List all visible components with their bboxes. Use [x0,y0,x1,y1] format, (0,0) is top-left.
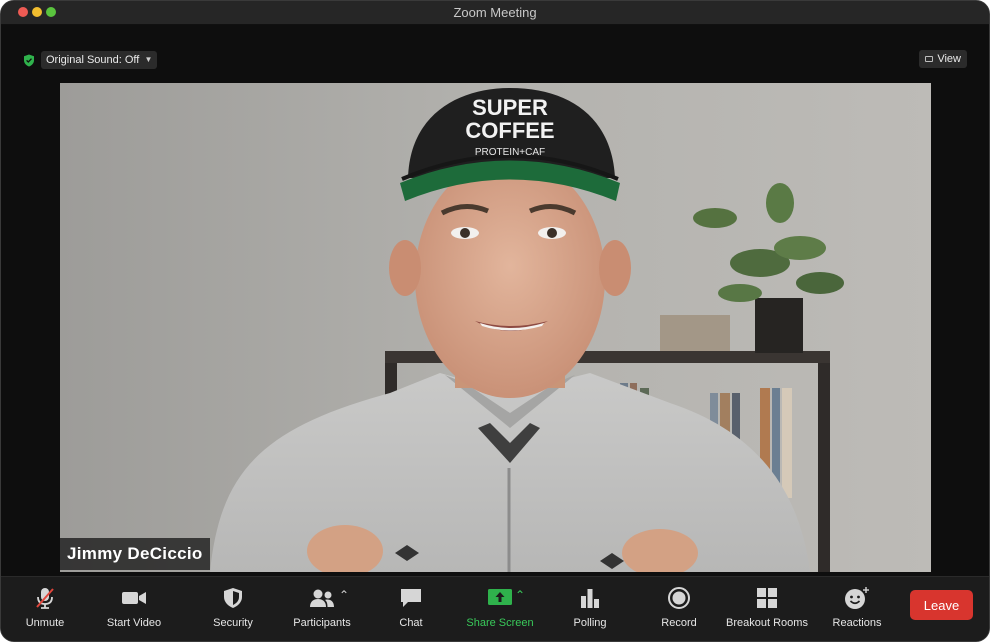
cap-text-2: COFFEE [465,118,554,143]
start-video-label: Start Video [106,617,162,629]
chat-label: Chat [399,617,423,629]
unmute-label: Unmute [25,617,65,629]
polling-button[interactable]: Polling [569,577,611,641]
security-label: Security [213,617,253,629]
share-screen-chevron-up-icon[interactable]: ⌃ [515,588,525,602]
meeting-toolbar: Unmute Start Video Security Participants… [1,576,989,641]
reactions-button[interactable]: Reactions [831,577,883,641]
view-layout-icon [925,56,934,62]
original-sound-control: Original Sound: Off ▼ [23,51,158,69]
view-label: View [937,53,961,65]
original-sound-label: Original Sound: Off [46,54,140,66]
participant-video[interactable]: SUPER COFFEE PROTEIN+CAF Jimmy DeCiccio [60,83,931,572]
participants-label: Participants [293,617,351,629]
reactions-label: Reactions [832,617,882,629]
view-button[interactable]: View [919,50,967,68]
breakout-rooms-button[interactable]: Breakout Rooms [726,577,808,641]
video-camera-icon [121,585,147,611]
participants-button[interactable]: Participants [291,577,353,641]
share-screen-icon [487,585,513,611]
cap-text-1: SUPER [472,95,548,120]
video-feed-image: SUPER COFFEE PROTEIN+CAF [60,83,931,572]
muted-microphone-icon [34,585,56,611]
polling-bar-chart-icon [579,585,601,611]
security-shield-icon [223,585,243,611]
title-bar: Zoom Meeting [1,1,989,25]
participants-chevron-up-icon[interactable]: ⌃ [339,588,349,602]
breakout-rooms-label: Breakout Rooms [726,617,808,629]
unmute-button[interactable]: Unmute [21,577,69,641]
breakout-rooms-grid-icon [756,585,778,611]
meeting-stage: Original Sound: Off ▼ View SUPER COFFEE … [1,25,989,576]
polling-label: Polling [573,617,607,629]
start-video-button[interactable]: Start Video [101,577,167,641]
record-label: Record [661,617,697,629]
chat-button[interactable]: Chat [391,577,431,641]
chevron-down-icon: ▼ [144,55,153,64]
original-sound-button[interactable]: Original Sound: Off ▼ [41,51,158,69]
chat-bubble-icon [399,585,423,611]
leave-meeting-button[interactable]: Leave [910,590,973,620]
reactions-smiley-icon [844,585,870,611]
window-title: Zoom Meeting [453,5,537,20]
record-icon [667,585,691,611]
encryption-shield-icon [24,54,34,66]
security-button[interactable]: Security [208,577,258,641]
cap-text-3: PROTEIN+CAF [475,147,545,158]
record-button[interactable]: Record [657,577,701,641]
zoom-window: Zoom Meeting Original Sound: Off ▼ View [0,0,990,642]
share-screen-button[interactable]: Share Screen [466,577,534,641]
share-screen-label: Share Screen [466,617,534,629]
participant-name-tag: Jimmy DeCiccio [60,538,210,570]
participants-icon [309,585,335,611]
